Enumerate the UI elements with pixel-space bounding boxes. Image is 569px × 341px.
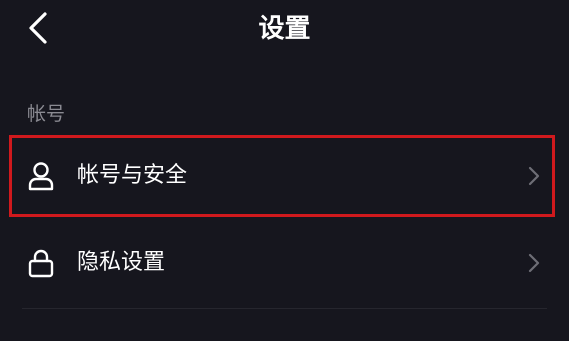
- divider: [22, 308, 547, 309]
- section-header-account: 帐号: [27, 103, 66, 125]
- top-bar: 设置: [0, 0, 569, 60]
- page-title: 设置: [258, 14, 311, 44]
- user-icon: [26, 161, 56, 191]
- settings-screen: 设置 帐号 帐号与安全 隐私设置: [0, 0, 569, 341]
- chevron-right-icon: [525, 164, 543, 188]
- account-security-item[interactable]: 帐号与安全: [9, 135, 555, 217]
- privacy-settings-item[interactable]: 隐私设置: [9, 222, 555, 304]
- chevron-right-icon: [525, 251, 543, 275]
- account-security-label: 帐号与安全: [77, 163, 188, 188]
- privacy-settings-label: 隐私设置: [77, 250, 166, 275]
- lock-icon: [26, 248, 56, 278]
